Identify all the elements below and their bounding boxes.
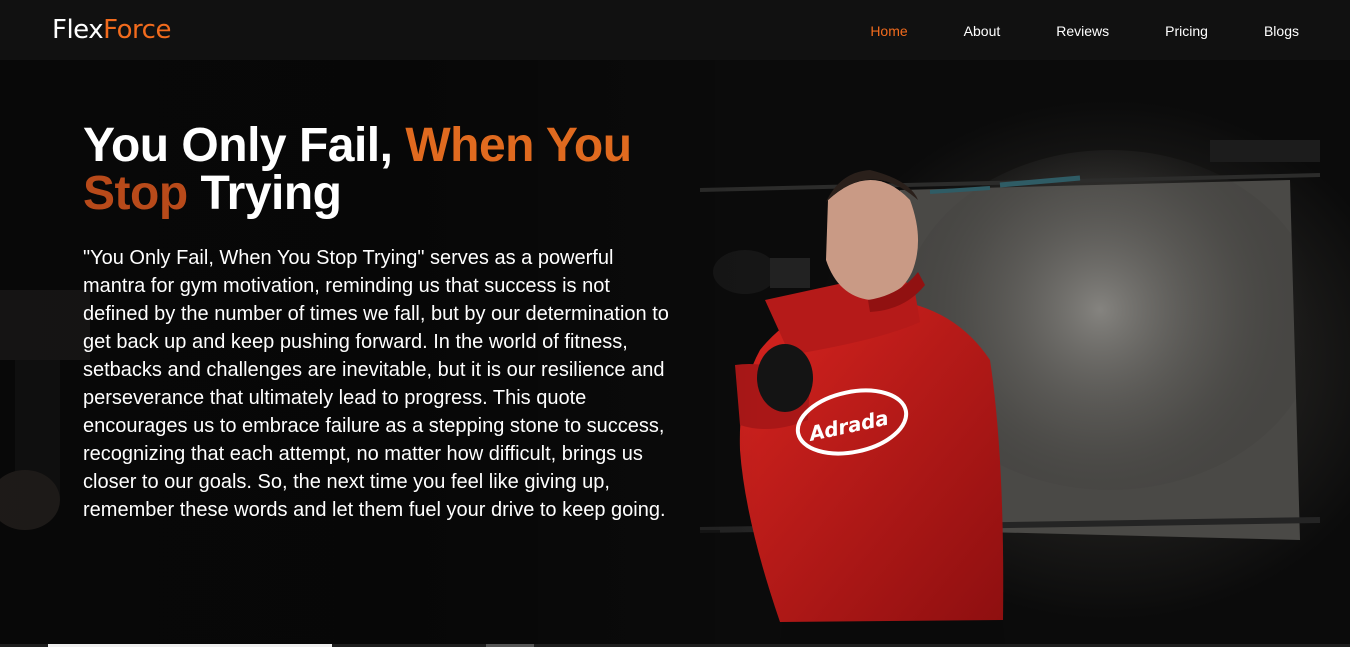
nav-link-blogs[interactable]: Blogs bbox=[1264, 23, 1299, 39]
nav-link-home[interactable]: Home bbox=[870, 23, 907, 39]
nav-menu: Home About Reviews Pricing Blogs bbox=[814, 21, 1299, 40]
nav-link-about[interactable]: About bbox=[964, 23, 1001, 39]
hero-section: Adrada You Only Fail, When You Stop Tryi… bbox=[0, 60, 1350, 647]
hero-content: You Only Fail, When You Stop Trying "You… bbox=[83, 122, 678, 524]
hero-title: You Only Fail, When You Stop Trying bbox=[83, 122, 678, 218]
logo[interactable]: FlexForce bbox=[52, 15, 171, 45]
logo-text-force: Force bbox=[103, 15, 171, 45]
hero-title-accent-dark: Stop bbox=[83, 167, 188, 220]
hero-title-part1: You Only Fail, bbox=[83, 119, 406, 172]
hero-title-accent: When You bbox=[405, 119, 632, 172]
nav-link-pricing[interactable]: Pricing bbox=[1165, 23, 1208, 39]
hero-description: "You Only Fail, When You Stop Trying" se… bbox=[83, 247, 669, 521]
navbar: FlexForce Home About Reviews Pricing Blo… bbox=[0, 0, 1350, 60]
logo-text-flex: Flex bbox=[52, 15, 104, 45]
nav-link-reviews[interactable]: Reviews bbox=[1056, 23, 1109, 39]
hero-title-part4: Trying bbox=[187, 167, 342, 220]
